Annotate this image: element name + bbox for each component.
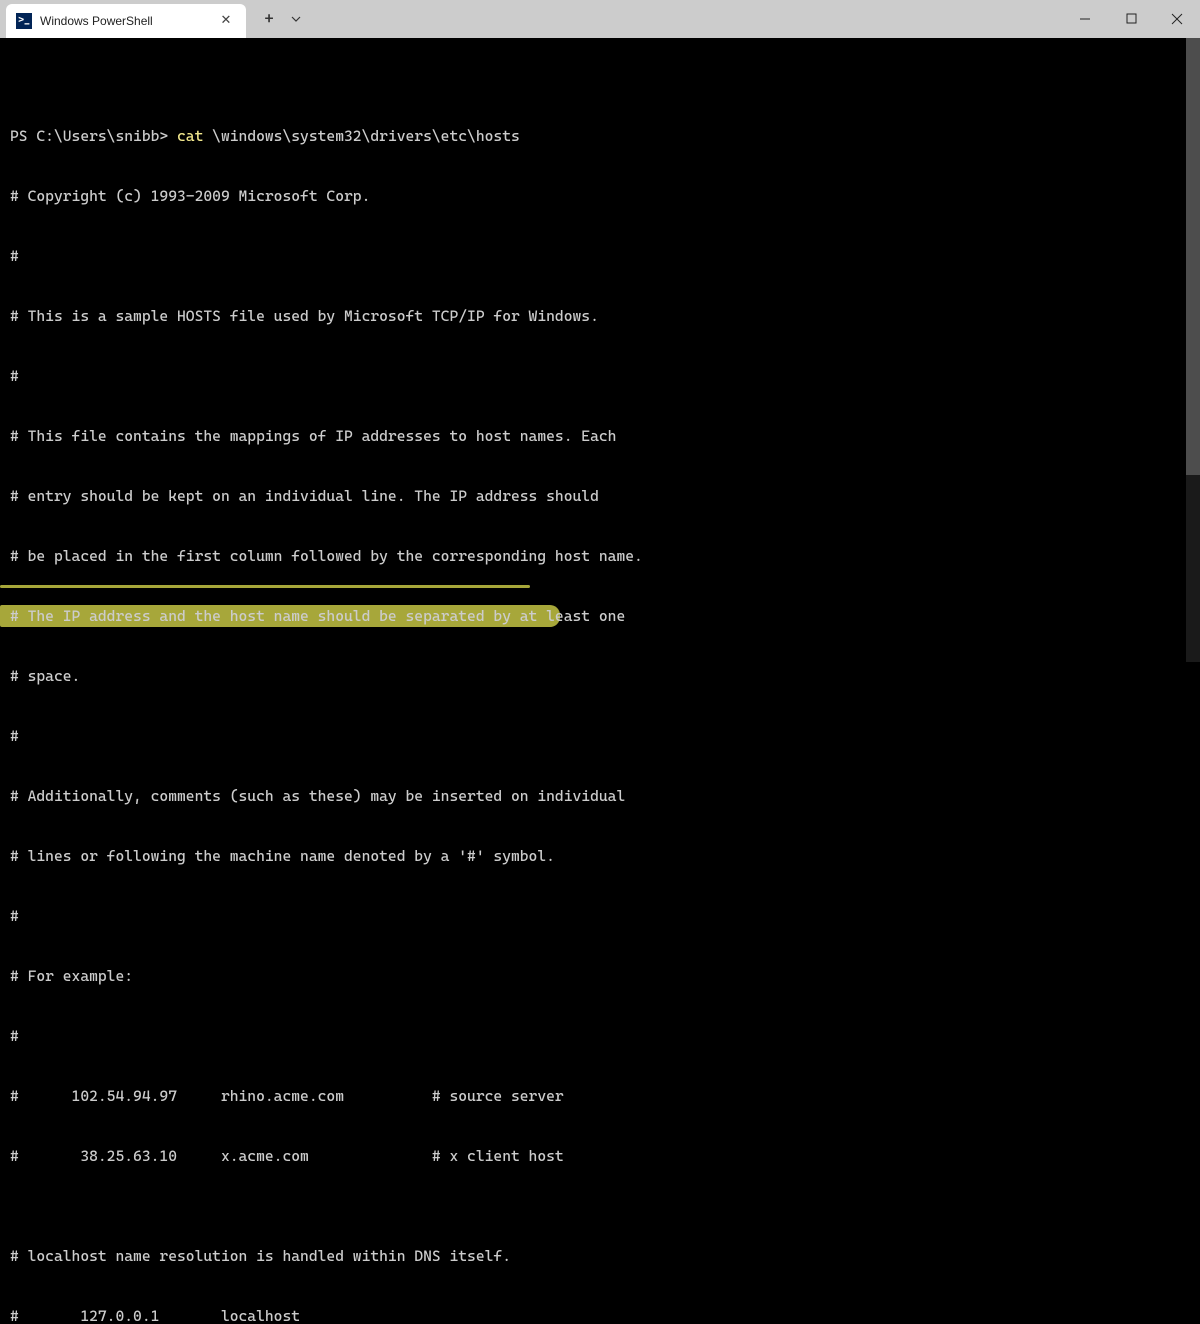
output-line: # bbox=[10, 906, 1190, 926]
maximize-button[interactable] bbox=[1108, 0, 1154, 38]
output-line: # The IP address and the host name shoul… bbox=[10, 606, 1190, 626]
output-line: # localhost name resolution is handled w… bbox=[10, 1246, 1190, 1266]
prompt-line-1: PS C:\Users\snibb> cat \windows\system32… bbox=[10, 126, 1190, 146]
output-line: # bbox=[10, 726, 1190, 746]
output-line: # entry should be kept on an individual … bbox=[10, 486, 1190, 506]
tab-title: Windows PowerShell bbox=[40, 14, 216, 28]
terminal-body[interactable]: PS C:\Users\snibb> cat \windows\system32… bbox=[0, 38, 1200, 662]
output-line: # lines or following the machine name de… bbox=[10, 846, 1190, 866]
highlight-annotation-top bbox=[0, 585, 530, 588]
minimize-button[interactable] bbox=[1062, 0, 1108, 38]
output-line: # 102.54.94.97 rhino.acme.com # source s… bbox=[10, 1086, 1190, 1106]
close-window-button[interactable] bbox=[1154, 0, 1200, 38]
titlebar: >_ Windows PowerShell ✕ + bbox=[0, 0, 1200, 38]
output-line: # bbox=[10, 246, 1190, 266]
new-tab-button[interactable]: + bbox=[254, 4, 284, 34]
output-line: # be placed in the first column followed… bbox=[10, 546, 1190, 566]
powershell-icon: >_ bbox=[16, 13, 32, 29]
close-tab-button[interactable]: ✕ bbox=[216, 11, 236, 31]
output-line: # bbox=[10, 366, 1190, 386]
output-line: # Copyright (c) 1993-2009 Microsoft Corp… bbox=[10, 186, 1190, 206]
output-line: # This file contains the mappings of IP … bbox=[10, 426, 1190, 446]
tab-active[interactable]: >_ Windows PowerShell ✕ bbox=[6, 4, 246, 38]
output-line: # space. bbox=[10, 666, 1190, 686]
window-controls bbox=[1062, 0, 1200, 38]
output-line: # 38.25.63.10 x.acme.com # x client host bbox=[10, 1146, 1190, 1166]
output-line: # 127.0.0.1 localhost bbox=[10, 1306, 1190, 1324]
output-line: # bbox=[10, 1026, 1190, 1046]
tab-dropdown-button[interactable] bbox=[284, 4, 308, 34]
output-line: # This is a sample HOSTS file used by Mi… bbox=[10, 306, 1190, 326]
output-line: # Additionally, comments (such as these)… bbox=[10, 786, 1190, 806]
output-line: # For example: bbox=[10, 966, 1190, 986]
